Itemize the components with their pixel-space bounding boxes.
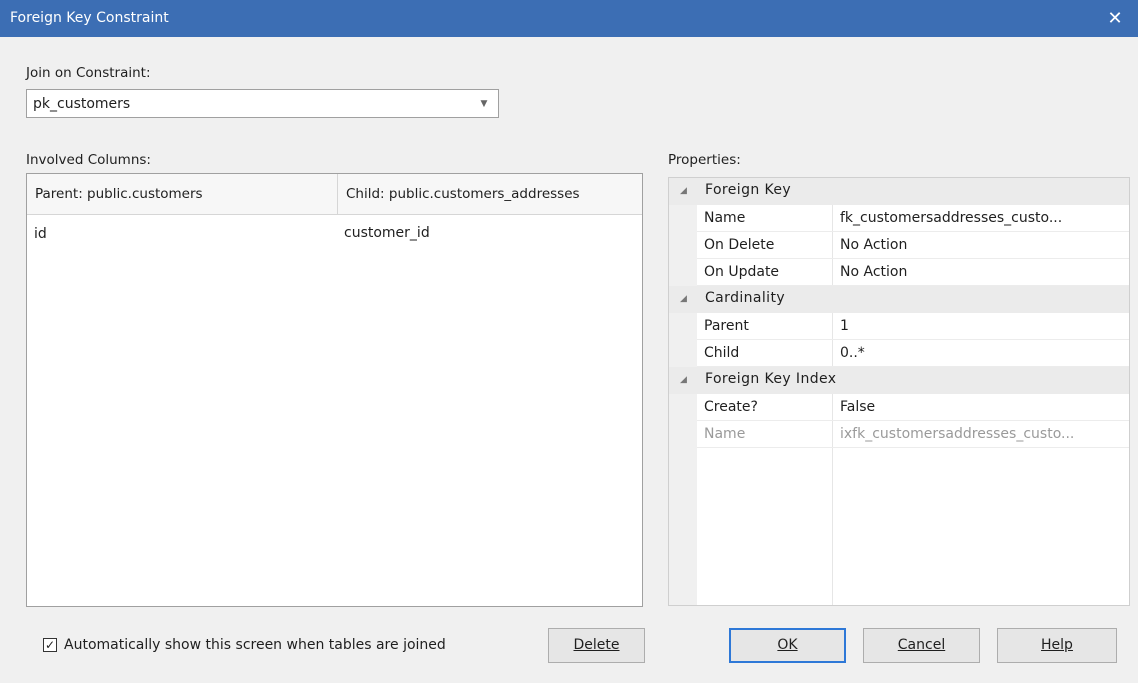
property-key: On Delete xyxy=(704,237,775,253)
property-value: ixfk_customersaddresses_custo... xyxy=(840,426,1075,442)
category-title: Cardinality xyxy=(705,290,786,306)
close-icon[interactable]: ✕ xyxy=(1092,0,1138,37)
property-row-name[interactable]: Name fk_customersaddresses_custo... xyxy=(697,205,1129,232)
auto-show-checkbox[interactable]: ✓ xyxy=(43,638,57,652)
chevron-down-icon[interactable]: ▼ xyxy=(470,90,498,117)
cell-child: customer_id xyxy=(344,225,430,241)
property-row-index-name: Name ixfk_customersaddresses_custo... xyxy=(697,421,1129,448)
collapse-triangle-icon[interactable]: ◢ xyxy=(680,375,687,385)
property-value[interactable]: 0..* xyxy=(840,345,865,361)
property-value[interactable]: fk_customersaddresses_custo... xyxy=(840,210,1062,226)
join-constraint-value: pk_customers xyxy=(33,96,131,112)
cell-parent: id xyxy=(34,226,47,242)
property-row-on-delete[interactable]: On Delete No Action xyxy=(697,232,1129,259)
property-key: Create? xyxy=(704,399,758,415)
ok-button[interactable]: OK xyxy=(729,628,846,663)
property-value[interactable]: No Action xyxy=(840,264,907,280)
property-key: On Update xyxy=(704,264,780,280)
property-value[interactable]: No Action xyxy=(840,237,907,253)
category-foreign-key-index[interactable]: ◢ Foreign Key Index xyxy=(669,367,1129,394)
join-constraint-select[interactable]: pk_customers ▼ xyxy=(26,89,499,118)
properties-label: Properties: xyxy=(668,152,741,168)
property-key: Name xyxy=(704,426,746,442)
help-button[interactable]: Help xyxy=(997,628,1117,663)
property-value[interactable]: False xyxy=(840,399,875,415)
category-title: Foreign Key xyxy=(705,182,792,198)
category-title: Foreign Key Index xyxy=(705,371,837,387)
cancel-button[interactable]: Cancel xyxy=(863,628,980,663)
table-header: Parent: public.customers Child: public.c… xyxy=(27,174,642,215)
property-row-child[interactable]: Child 0..* xyxy=(697,340,1129,367)
auto-show-label[interactable]: Automatically show this screen when tabl… xyxy=(64,637,446,653)
property-value[interactable]: 1 xyxy=(840,318,849,334)
collapse-triangle-icon[interactable]: ◢ xyxy=(680,186,687,196)
ok-button-label: OK xyxy=(777,637,798,653)
column-header-child[interactable]: Child: public.customers_addresses xyxy=(337,174,642,214)
category-foreign-key[interactable]: ◢ Foreign Key xyxy=(669,178,1129,205)
cancel-button-label: Cancel xyxy=(897,637,946,653)
delete-button-label: Delete xyxy=(573,637,620,653)
property-row-on-update[interactable]: On Update No Action xyxy=(697,259,1129,286)
property-key: Name xyxy=(704,210,746,226)
join-constraint-label: Join on Constraint: xyxy=(26,65,151,81)
dialog-body: Join on Constraint: pk_customers ▼ Invol… xyxy=(0,37,1138,683)
category-cardinality[interactable]: ◢ Cardinality xyxy=(669,286,1129,313)
property-key: Parent xyxy=(704,318,749,334)
involved-columns-label: Involved Columns: xyxy=(26,152,151,168)
dialog-title: Foreign Key Constraint xyxy=(10,10,169,26)
involved-columns-table[interactable]: Parent: public.customers Child: public.c… xyxy=(26,173,643,607)
help-button-label: Help xyxy=(1041,637,1073,653)
delete-button[interactable]: Delete xyxy=(548,628,645,663)
property-row-parent[interactable]: Parent 1 xyxy=(697,313,1129,340)
property-key: Child xyxy=(704,345,740,361)
property-row-create[interactable]: Create? False xyxy=(697,394,1129,421)
collapse-triangle-icon[interactable]: ◢ xyxy=(680,294,687,304)
properties-grid[interactable]: ◢ Foreign Key Name fk_customersaddresses… xyxy=(668,177,1130,606)
dialog-titlebar: Foreign Key Constraint ✕ xyxy=(0,0,1138,37)
column-header-parent[interactable]: Parent: public.customers xyxy=(27,174,337,214)
